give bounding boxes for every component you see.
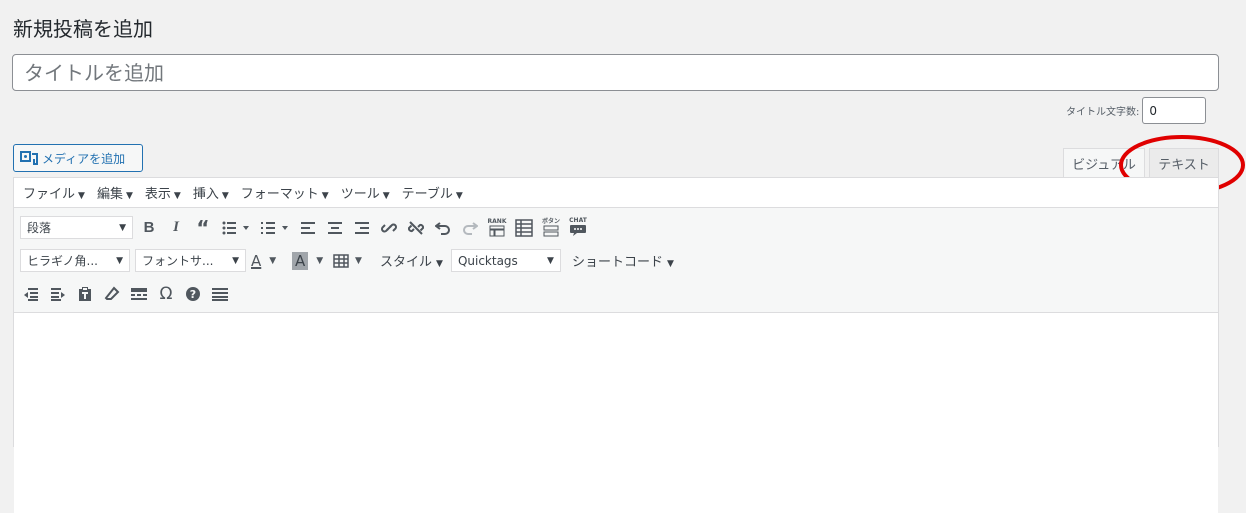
font-family-select[interactable]: ヒラギノ角... ▼ — [20, 249, 130, 272]
editor-menubar: ファイル ▼ 編集 ▼ 表示 ▼ 挿入 ▼ フォーマット ▼ ツール ▼ テーブル ▼ — [14, 178, 1218, 208]
menu-table[interactable]: テーブル ▼ — [402, 183, 463, 202]
help-icon[interactable]: ? — [182, 283, 204, 305]
paste-text-icon[interactable] — [74, 283, 96, 305]
kitchen-sink-icon[interactable] — [209, 283, 231, 305]
media-icon — [20, 150, 38, 166]
editor: ファイル ▼ 編集 ▼ 表示 ▼ 挿入 ▼ フォーマット ▼ ツール ▼ テーブル ▼ 段落 ▼… — [13, 177, 1219, 513]
tab-text[interactable]: テキスト — [1149, 148, 1219, 178]
title-char-count-label: タイトル文字数: — [1066, 107, 1140, 118]
tab-visual-label: ビジュアル — [1072, 158, 1136, 173]
background-color-icon[interactable]: A ▼ — [292, 250, 328, 272]
menu-file[interactable]: ファイル ▼ — [23, 183, 85, 202]
align-right-icon[interactable] — [351, 217, 373, 239]
clear-format-icon[interactable] — [101, 283, 123, 305]
undo-icon[interactable] — [432, 217, 454, 239]
numbered-list-icon[interactable] — [258, 217, 292, 239]
svg-text:?: ? — [190, 288, 196, 301]
paragraph-format-select[interactable]: 段落 ▼ — [20, 216, 133, 239]
menu-insert[interactable]: 挿入 ▼ — [193, 183, 229, 202]
title-char-count-field[interactable] — [1142, 97, 1207, 124]
toolbar-row-2: ヒラギノ角... ▼ フォントサ... ▼ A ▼ A ▼ ▼ スタイル ▼ Quic… — [20, 244, 1218, 277]
font-size-select[interactable]: フォントサ... ▼ — [135, 249, 246, 272]
menu-edit[interactable]: 編集 ▼ — [97, 183, 133, 202]
insert-table-icon[interactable]: ▼ — [333, 250, 369, 272]
link-icon[interactable] — [378, 217, 400, 239]
toolbar-row-1: 段落 ▼ B I “ RANK ボタン CHAT — [20, 211, 1218, 244]
bullet-list-icon[interactable] — [219, 217, 253, 239]
chat-icon[interactable]: CHAT — [567, 217, 589, 239]
special-char-icon[interactable]: Ω — [155, 283, 177, 305]
outdent-icon[interactable] — [20, 283, 42, 305]
menu-tools[interactable]: ツール ▼ — [341, 183, 390, 202]
italic-icon[interactable]: I — [165, 217, 187, 239]
rank-icon[interactable]: RANK — [486, 217, 508, 239]
title-char-count: タイトル文字数: — [1066, 97, 1207, 124]
unlink-icon[interactable] — [405, 217, 427, 239]
align-center-icon[interactable] — [324, 217, 346, 239]
add-media-button[interactable]: メディアを追加 — [13, 144, 143, 172]
tab-visual[interactable]: ビジュアル — [1063, 148, 1145, 178]
redo-icon[interactable] — [459, 217, 481, 239]
menu-format[interactable]: フォーマット ▼ — [241, 183, 329, 202]
editor-content-area[interactable] — [14, 313, 1218, 513]
shortcode-menu[interactable]: ショートコード ▼ — [572, 251, 674, 270]
button-icon[interactable]: ボタン — [540, 217, 562, 239]
style-menu[interactable]: スタイル ▼ — [380, 251, 443, 270]
toolbar-row-3: Ω ? — [20, 277, 1218, 310]
align-left-icon[interactable] — [297, 217, 319, 239]
menu-view[interactable]: 表示 ▼ — [145, 183, 181, 202]
indent-icon[interactable] — [47, 283, 69, 305]
add-media-label: メディアを追加 — [42, 151, 126, 166]
page-title: 新規投稿を追加 — [13, 17, 153, 41]
more-tag-icon[interactable] — [128, 283, 150, 305]
table-icon[interactable] — [513, 217, 535, 239]
tab-text-label: テキスト — [1158, 158, 1210, 173]
quicktags-select[interactable]: Quicktags ▼ — [450, 249, 561, 272]
post-title-input[interactable] — [12, 54, 1219, 91]
text-color-icon[interactable]: A ▼ — [251, 250, 287, 272]
editor-toolbars: 段落 ▼ B I “ RANK ボタン CHAT ヒラギノ角... ▼ フォント… — [14, 208, 1218, 313]
blockquote-icon[interactable]: “ — [192, 216, 214, 240]
bold-icon[interactable]: B — [138, 217, 160, 239]
